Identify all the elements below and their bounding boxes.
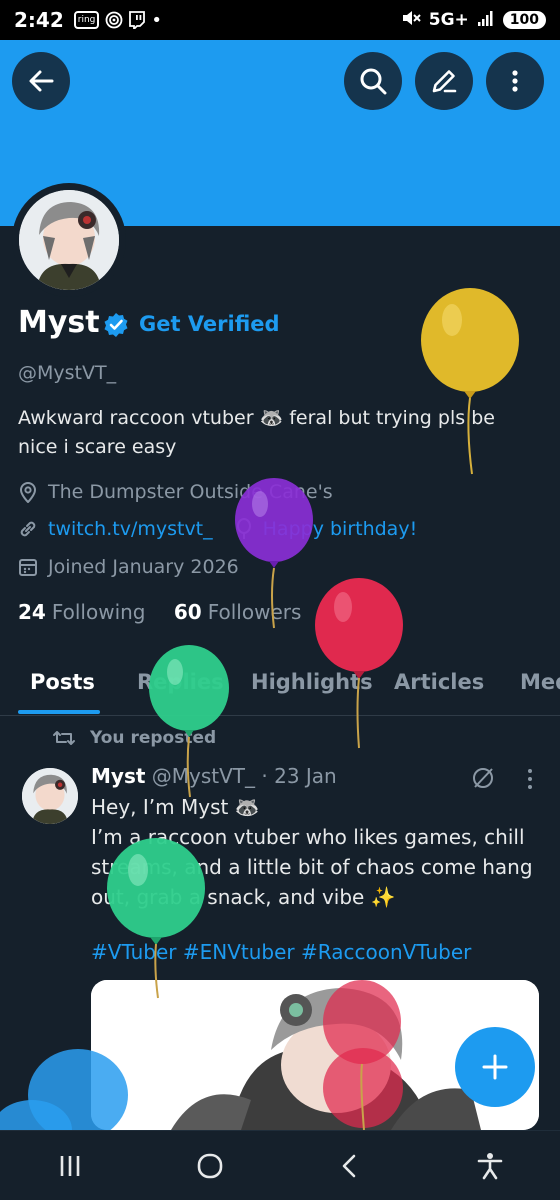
signal-icon (477, 10, 495, 31)
profile-joined: Joined January 2026 (48, 556, 239, 578)
dot-icon: • (151, 9, 162, 31)
back-icon[interactable] (335, 1151, 365, 1181)
profile-avatar[interactable] (12, 183, 126, 297)
website-row: twitch.tv/mystvt_ Happy birthday! (18, 518, 417, 540)
accessibility-icon[interactable] (475, 1151, 505, 1181)
search-button[interactable] (344, 52, 402, 110)
pencil-icon (432, 70, 457, 93)
link-icon (20, 521, 36, 537)
mute-icon (401, 9, 421, 32)
balloon-pink (323, 980, 403, 1130)
location-pin-icon (19, 482, 37, 503)
home-icon[interactable] (195, 1151, 225, 1181)
balloon-blue (0, 1049, 128, 1130)
balloon-red (315, 578, 403, 749)
more-button[interactable] (486, 52, 544, 110)
tab-posts[interactable]: Posts (30, 670, 95, 694)
search-icon (360, 68, 387, 95)
tab-media[interactable]: Med (520, 670, 560, 694)
plus-icon (482, 1054, 508, 1080)
network-label: 5G+ (428, 10, 469, 30)
ring-icon: ring (73, 11, 100, 29)
grok-icon[interactable] (470, 765, 496, 791)
following-label: Following (51, 600, 146, 624)
post-avatar[interactable] (22, 768, 78, 824)
calendar-icon (19, 559, 37, 576)
back-button[interactable] (12, 52, 70, 110)
repost-icon (53, 731, 75, 745)
status-bar: 2:42 ring • 5G+ 100 (0, 0, 560, 40)
back-arrow-icon (29, 70, 54, 92)
profile-name: Myst (18, 305, 100, 340)
verified-badge-icon[interactable] (103, 312, 129, 338)
active-tab-indicator (18, 710, 100, 714)
status-time: 2:42 (14, 8, 64, 32)
battery-indicator: 100 (502, 11, 546, 29)
recent-apps-icon[interactable] (55, 1151, 85, 1181)
balloon-yellow (421, 288, 519, 475)
compose-button[interactable] (455, 1027, 535, 1107)
twitch-icon (129, 11, 146, 29)
profile-tabs: Posts Replies Highlights Articles Med (0, 660, 560, 716)
balloon-green-bottom (107, 838, 205, 999)
edit-button[interactable] (415, 52, 473, 110)
balloon-purple (235, 478, 313, 629)
avatar-image (19, 190, 119, 290)
profile-website[interactable]: twitch.tv/mystvt_ (48, 518, 213, 540)
target-icon (105, 11, 123, 29)
following-count: 24 (18, 600, 46, 624)
profile-handle: @MystVT_ (18, 362, 117, 384)
balloon-green-top (149, 645, 229, 798)
more-vertical-icon (512, 70, 518, 92)
system-nav-bar (0, 1130, 560, 1200)
tab-articles[interactable]: Articles (394, 670, 484, 694)
post-more-icon[interactable] (520, 767, 540, 791)
post-author[interactable]: Myst (91, 764, 145, 788)
followers-count: 60 (173, 600, 202, 624)
following-link[interactable]: 24 Following (18, 600, 146, 624)
joined-row: Joined January 2026 (18, 556, 239, 578)
get-verified-link[interactable]: Get Verified (139, 312, 280, 336)
